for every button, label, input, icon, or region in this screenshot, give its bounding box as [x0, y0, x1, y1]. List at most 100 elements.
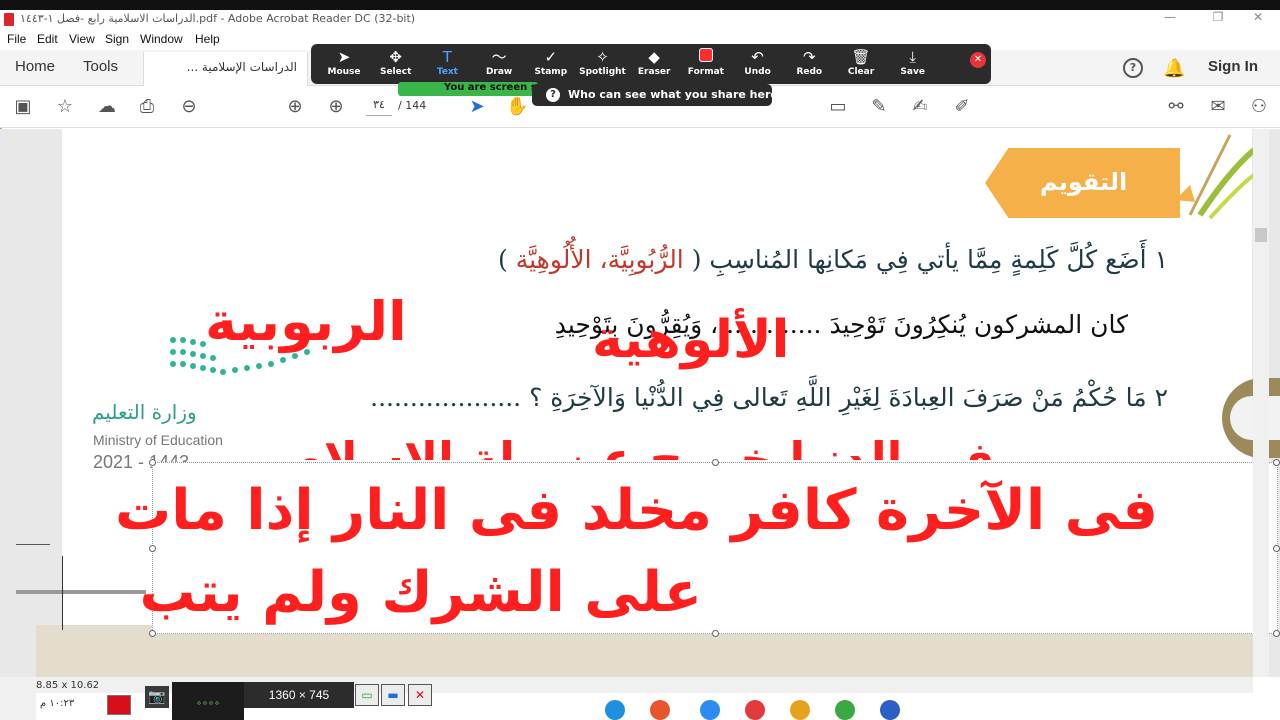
annotation-textbox-line-1[interactable]: فى الآخرة كافر مخلد فى النار إذا مات: [115, 478, 1158, 543]
annotation-rububiyya[interactable]: الربوبية: [205, 290, 407, 353]
zoom-tool-label: Eraser: [637, 67, 671, 77]
zoom-tool-label: Stamp: [534, 67, 568, 77]
tab-tools[interactable]: Tools: [83, 58, 118, 75]
annotation-uluhiyya[interactable]: الألوهية: [592, 310, 790, 370]
page-down-icon[interactable]: ⊕: [325, 96, 347, 118]
record-button[interactable]: [107, 695, 131, 715]
save-file-icon[interactable]: ▣: [12, 96, 34, 118]
zoom-tool-label: Spotlight: [579, 67, 626, 77]
taskbar-app-icon[interactable]: [650, 700, 670, 720]
divider: [16, 590, 146, 594]
zoom-search-icon[interactable]: ⊖: [178, 96, 200, 118]
text-icon: T: [442, 48, 452, 66]
resize-handle-right[interactable]: [1273, 545, 1280, 552]
question-2: ٢ مَا حُكْمُ مَنْ صَرَفَ العِبادَةَ لِغَ…: [370, 383, 1168, 412]
zoom-tool-mouse[interactable]: ➤ Mouse: [318, 48, 370, 82]
comment-icon[interactable]: ▭: [827, 96, 849, 118]
menu-file[interactable]: File: [7, 32, 26, 46]
vertical-scrollbar[interactable]: [1253, 129, 1269, 677]
resize-handle-left[interactable]: [149, 545, 156, 552]
redo-icon: ↷: [803, 48, 816, 66]
hand-tool-icon[interactable]: ✋: [506, 96, 528, 118]
taskbar-app-icon[interactable]: [605, 700, 625, 720]
pen-decoration-icon: [1175, 134, 1254, 220]
resize-handle-bottom-left[interactable]: [149, 630, 156, 637]
question-1: ١ أَضَع كُلَّ كَلِمةٍ مِمَّا يأتي فِي مَ…: [498, 245, 1168, 274]
annotation-textbox-line-2[interactable]: على الشرك ولم يتب: [139, 560, 702, 625]
resize-handle-bottom-right[interactable]: [1273, 630, 1280, 637]
save-icon: ⤓: [909, 48, 916, 66]
question-icon: ?: [546, 88, 560, 102]
sign-icon[interactable]: ✐: [951, 96, 973, 118]
menu-window[interactable]: Window: [140, 32, 183, 46]
taskbar-app-icon[interactable]: [700, 700, 720, 720]
menu-view[interactable]: View: [69, 32, 95, 46]
taskbar-app-icon[interactable]: [835, 700, 855, 720]
zoom-toolbar-close-icon[interactable]: ✕: [970, 52, 986, 68]
resize-handle-top[interactable]: [712, 459, 719, 466]
share-link-icon[interactable]: ⚯: [1165, 96, 1187, 118]
vertical-scroll-thumb[interactable]: [1255, 228, 1267, 242]
question-1-options: الرُّبُوبِيَّة، الأُلُوهِيَّة: [515, 245, 684, 274]
menu-edit[interactable]: Edit: [37, 32, 58, 46]
taskbar-app-icon[interactable]: [790, 700, 810, 720]
taskbar-app-icon[interactable]: [880, 700, 900, 720]
annotation-partial-text[interactable]: في الدنيا خروج عن ملة الإسلام: [290, 432, 995, 460]
tab-document[interactable]: الدراسات الإسلامية ...: [143, 52, 308, 86]
resize-handle-top-left[interactable]: [149, 459, 156, 466]
zoom-tool-label: Select: [379, 67, 412, 77]
ministry-name-arabic: وزارة التعليم: [92, 400, 197, 424]
tab-home[interactable]: Home: [15, 58, 55, 75]
page-size-label: 8.85 x 10.62: [36, 680, 100, 691]
zoom-tool-format[interactable]: Format: [680, 48, 732, 82]
zoom-tool-label: Clear: [847, 67, 875, 77]
zoom-tool-select[interactable]: ✥ Select: [370, 48, 422, 82]
divider: [62, 556, 63, 630]
who-can-see-button[interactable]: ? Who can see what you share here?: [532, 84, 784, 106]
highlight-pen-icon[interactable]: ✎: [868, 96, 890, 118]
camera-icon[interactable]: 📷: [145, 686, 169, 708]
taskbar-app-icon[interactable]: [745, 700, 765, 720]
page-number-input[interactable]: ٣٤: [366, 98, 392, 116]
select-cursor-icon[interactable]: ➤: [466, 96, 488, 118]
zoom-tool-draw[interactable]: 〜 Draw: [473, 48, 525, 82]
resize-handle-top-right[interactable]: [1273, 459, 1280, 466]
restore-button[interactable]: ❐: [1208, 10, 1228, 24]
clock: ١٠:٢٣ م: [40, 698, 75, 709]
menu-sign[interactable]: Sign: [105, 32, 129, 46]
zoom-tool-label: Redo: [796, 67, 823, 77]
add-user-icon[interactable]: ⚇: [1248, 96, 1270, 118]
recording-thumbnail[interactable]: ᵒᵒᵒᵒ: [172, 682, 244, 720]
upload-cloud-icon[interactable]: ☁: [96, 96, 118, 118]
resize-handle-bottom[interactable]: [712, 630, 719, 637]
help-icon[interactable]: ?: [1123, 58, 1143, 78]
section-title: التقويم: [1040, 168, 1128, 196]
draw-pen-icon[interactable]: ✍: [909, 96, 931, 118]
close-window-button[interactable]: ✕: [1248, 10, 1268, 24]
question-1-number: ١: [1154, 245, 1168, 274]
who-can-see-label: Who can see what you share here?: [568, 88, 785, 101]
minimize-icon[interactable]: ▬: [381, 684, 405, 706]
zoom-tool-spotlight[interactable]: ✧ Spotlight: [577, 48, 629, 82]
zoom-tool-clear[interactable]: 🗑 Clear: [835, 48, 887, 82]
notification-bell-icon[interactable]: 🔔: [1163, 58, 1185, 79]
email-icon[interactable]: ✉: [1207, 96, 1229, 118]
menu-help[interactable]: Help: [195, 32, 220, 46]
undo-icon: ↶: [751, 48, 764, 66]
fullscreen-icon[interactable]: ▭: [355, 684, 379, 706]
status-bar: [0, 677, 36, 720]
zoom-tool-redo[interactable]: ↷ Redo: [783, 48, 835, 82]
zoom-tool-eraser[interactable]: ◆ Eraser: [628, 48, 680, 82]
close-icon[interactable]: ✕: [408, 684, 432, 706]
minimize-button[interactable]: —: [1160, 10, 1180, 24]
zoom-tool-stamp[interactable]: ✓ Stamp: [525, 48, 577, 82]
sign-in-button[interactable]: Sign In: [1208, 58, 1258, 75]
page-up-icon[interactable]: ⊕: [284, 96, 306, 118]
zoom-tool-save[interactable]: ⤓ Save: [887, 48, 939, 82]
bookmark-star-icon[interactable]: ☆: [54, 96, 76, 118]
acrobat-pdf-icon: [4, 13, 14, 26]
print-icon[interactable]: ⎙: [136, 96, 158, 118]
zoom-tool-undo[interactable]: ↶ Undo: [732, 48, 784, 82]
zoom-tool-text[interactable]: T Text: [421, 48, 473, 82]
question-1-close: ): [498, 245, 508, 274]
